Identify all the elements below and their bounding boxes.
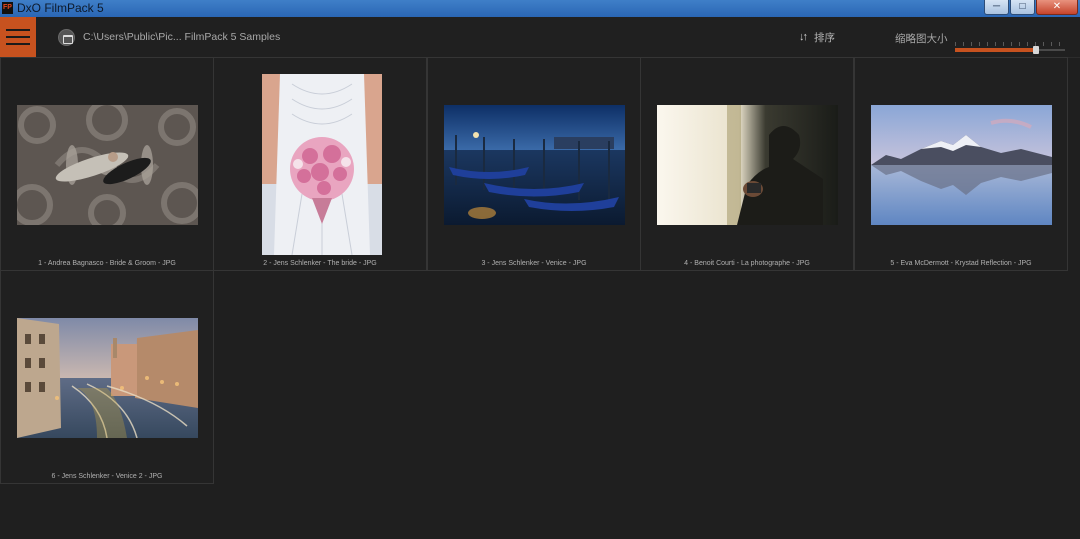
hamburger-icon-line [6, 36, 30, 38]
filmpack-app-icon: FP [2, 2, 13, 14]
folder-path: C:\Users\Public\Pic... FilmPack 5 Sample… [83, 31, 281, 43]
window-controls: ─ □ ✕ [984, 0, 1078, 15]
thumbnail-image [657, 105, 838, 225]
thumbnail-caption: 2 - Jens Schlenker - The bride - JPG [263, 260, 377, 267]
slider-fill [955, 48, 1036, 52]
hamburger-icon-line [6, 29, 30, 31]
thumbnail-image [17, 318, 198, 438]
thumbnail-caption: 3 - Jens Schlenker - Venice - JPG [481, 260, 587, 267]
toolbar: C:\Users\Public\Pic... FilmPack 5 Sample… [0, 17, 1080, 58]
maximize-icon: □ [1019, 1, 1026, 12]
thumbnail-image [262, 74, 382, 255]
menu-button[interactable] [0, 17, 36, 58]
slider-handle[interactable] [1033, 46, 1039, 54]
thumbnail-cell[interactable]: 1 - Andrea Bagnasco - Bride & Groom - JP… [0, 57, 214, 271]
thumbnail-image [444, 105, 625, 225]
close-icon: ✕ [1052, 1, 1062, 12]
close-button[interactable]: ✕ [1036, 0, 1078, 15]
folder-browse-icon[interactable] [58, 29, 75, 46]
thumbnail-cell[interactable]: 2 - Jens Schlenker - The bride - JPG [213, 57, 427, 271]
thumbnail-image [871, 105, 1052, 225]
minimize-icon: ─ [992, 1, 1001, 12]
window-title: DxO FilmPack 5 [17, 1, 104, 15]
minimize-button[interactable]: ─ [984, 0, 1009, 15]
thumbnail-grid: 1 - Andrea Bagnasco - Bride & Groom - JP… [0, 57, 1080, 539]
thumbnail-size-label: 缩略图大小 [895, 33, 948, 45]
thumbnail-cell[interactable]: 5 - Eva McDermott - Krystad Reflection -… [854, 57, 1068, 271]
sort-label: 排序 [814, 31, 835, 44]
hamburger-icon-line [6, 43, 30, 45]
slider-ticks [955, 42, 1065, 46]
thumbnail-image [17, 105, 198, 225]
thumbnail-caption: 1 - Andrea Bagnasco - Bride & Groom - JP… [38, 260, 176, 267]
thumbnail-cell[interactable]: 3 - Jens Schlenker - Venice - JPG [427, 57, 641, 271]
thumbnail-caption: 6 - Jens Schlenker - Venice 2 - JPG [51, 473, 163, 480]
thumbnail-cell[interactable]: 6 - Jens Schlenker - Venice 2 - JPG [0, 270, 214, 484]
thumbnail-size-slider[interactable] [955, 42, 1065, 55]
maximize-button[interactable]: □ [1010, 0, 1035, 15]
window-title-bar: FP DxO FilmPack 5 ─ □ ✕ [0, 0, 1080, 17]
sort-icon: ↓↑ [799, 31, 808, 43]
thumbnail-cell[interactable]: 4 - Benoit Courti - La photographe - JPG [640, 57, 854, 271]
sort-button[interactable]: ↓↑ 排序 [799, 29, 835, 45]
thumbnail-caption: 5 - Eva McDermott - Krystad Reflection -… [890, 260, 1032, 267]
thumbnail-caption: 4 - Benoit Courti - La photographe - JPG [684, 260, 810, 267]
